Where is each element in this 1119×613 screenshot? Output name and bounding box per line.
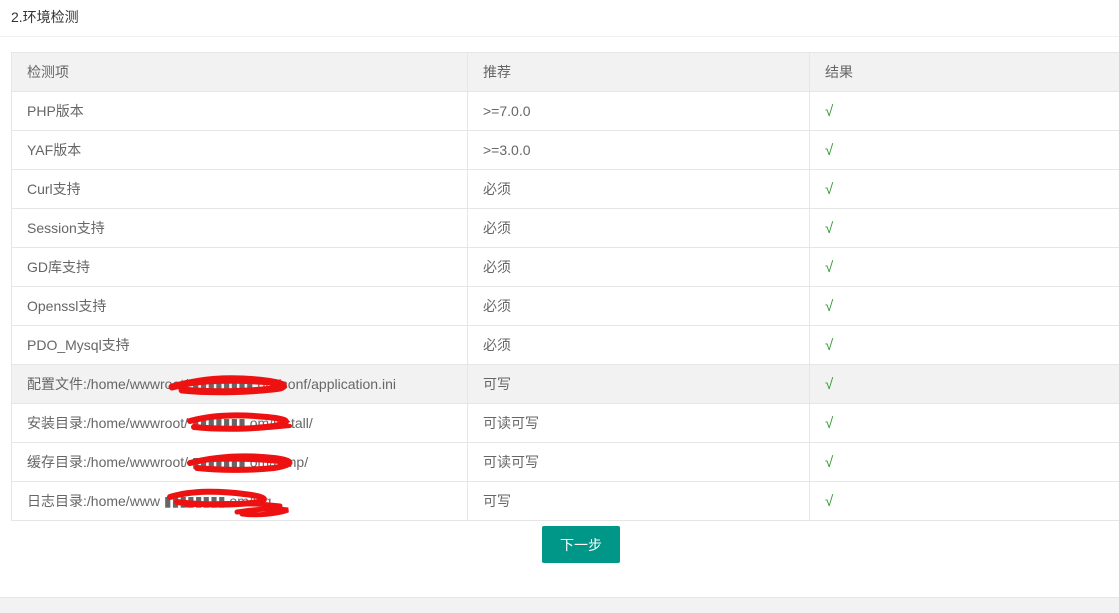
column-header-item: 检测项 [12,53,468,92]
table-header-row: 检测项 推荐 结果 [12,53,1119,92]
check-item: YAF版本 [12,131,468,170]
table-row: 配置文件:/home/wwwroot/ ▮▮▮▮▮▮▮▮ om/conf/app… [12,365,1119,404]
recommended-value: 可读可写 [468,404,810,443]
check-result-icon: √ [810,209,1119,248]
check-item-path: 配置文件:/home/wwwroot/ ▮▮▮▮▮▮▮▮ om/conf/app… [12,365,468,404]
column-header-recommended: 推荐 [468,53,810,92]
check-result-icon: √ [810,482,1119,521]
path-text: 安装目录:/home/wwwroot/ ▮▮▮▮▮▮▮ om/install/ [27,415,313,431]
check-result-icon: √ [810,326,1119,365]
title-divider [0,36,1119,37]
recommended-value: 必须 [468,248,810,287]
check-item: PHP版本 [12,92,468,131]
check-item-path: 缓存目录:/home/wwwroot/ ▮▮▮▮▮▮▮ om/temp/ [12,443,468,482]
check-item-path: 安装目录:/home/wwwroot/ ▮▮▮▮▮▮▮ om/install/ [12,404,468,443]
check-result-icon: √ [810,170,1119,209]
check-item: Curl支持 [12,170,468,209]
recommended-value: 必须 [468,170,810,209]
table-row: 缓存目录:/home/wwwroot/ ▮▮▮▮▮▮▮ om/temp/ 可读可… [12,443,1119,482]
path-text: 配置文件:/home/wwwroot/ ▮▮▮▮▮▮▮▮ om/conf/app… [27,376,396,392]
recommended-value: 必须 [468,209,810,248]
recommended-value: >=7.0.0 [468,92,810,131]
recommended-value: 可写 [468,365,810,404]
table-row: 安装目录:/home/wwwroot/ ▮▮▮▮▮▮▮ om/install/ … [12,404,1119,443]
check-item-path: 日志目录:/home/www ▮▮▮▮▮▮▮▮ om/log [12,482,468,521]
check-item: PDO_Mysql支持 [12,326,468,365]
recommended-value: 必须 [468,326,810,365]
check-result-icon: √ [810,248,1119,287]
table-row: Curl支持 必须 √ [12,170,1119,209]
check-result-icon: √ [810,287,1119,326]
table-row: 日志目录:/home/www ▮▮▮▮▮▮▮▮ om/log 可写 √ [12,482,1119,521]
check-result-icon: √ [810,365,1119,404]
table-row: GD库支持 必须 √ [12,248,1119,287]
recommended-value: >=3.0.0 [468,131,810,170]
table-row: Openssl支持 必须 √ [12,287,1119,326]
table-row: PDO_Mysql支持 必须 √ [12,326,1119,365]
path-text: 缓存目录:/home/wwwroot/ ▮▮▮▮▮▮▮ om/temp/ [27,454,308,470]
section-title: 2.环境检测 [11,7,79,27]
table-row: PHP版本 >=7.0.0 √ [12,92,1119,131]
table-row: Session支持 必须 √ [12,209,1119,248]
recommended-value: 必须 [468,287,810,326]
path-text: 日志目录:/home/www ▮▮▮▮▮▮▮▮ om/log [27,493,271,509]
check-item: Session支持 [12,209,468,248]
footer-bar [0,597,1119,613]
check-result-icon: √ [810,131,1119,170]
recommended-value: 可读可写 [468,443,810,482]
next-step-button[interactable]: 下一步 [542,526,620,563]
table-row: YAF版本 >=3.0.0 √ [12,131,1119,170]
check-item: Openssl支持 [12,287,468,326]
check-item: GD库支持 [12,248,468,287]
check-result-icon: √ [810,92,1119,131]
column-header-result: 结果 [810,53,1119,92]
environment-check-table: 检测项 推荐 结果 PHP版本 >=7.0.0 √ YAF版本 >=3.0.0 … [11,52,1119,521]
check-result-icon: √ [810,404,1119,443]
recommended-value: 可写 [468,482,810,521]
check-result-icon: √ [810,443,1119,482]
